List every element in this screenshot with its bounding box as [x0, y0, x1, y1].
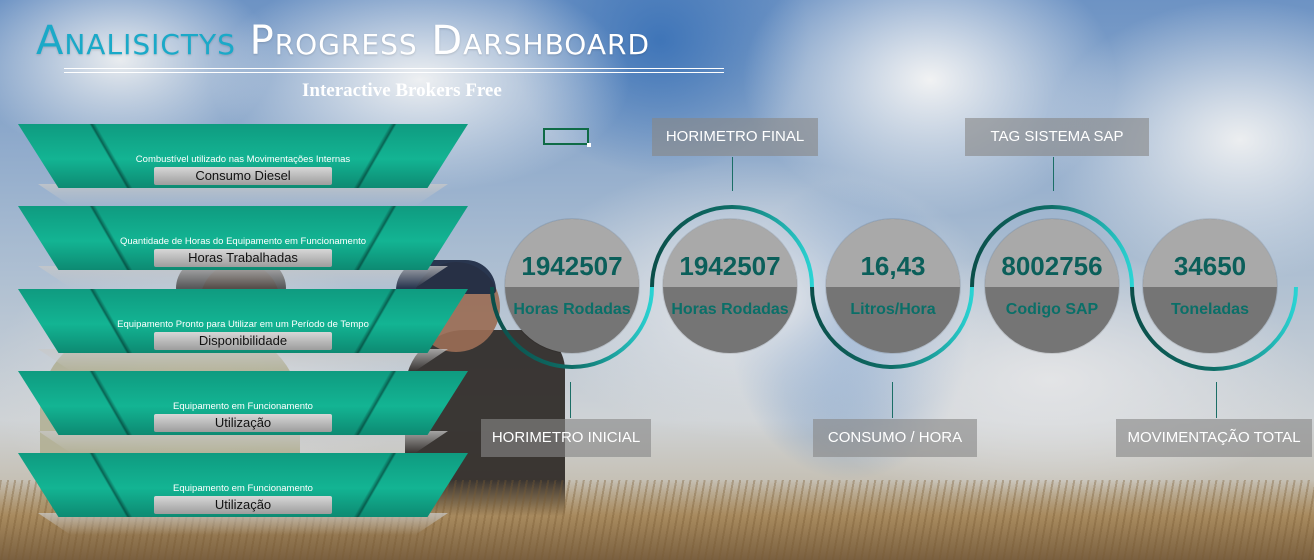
card-label[interactable]: Utilização: [154, 414, 332, 432]
kpi-unit: Litros/Hora: [850, 301, 936, 318]
kpi-movimentacao-total[interactable]: 34650 Toneladas: [1143, 219, 1277, 353]
card-label[interactable]: Consumo Diesel: [154, 167, 332, 185]
card-utilizacao-1[interactable]: Equipamento em Funcionamento Utilização: [18, 371, 468, 453]
kpi-disc: [985, 219, 1119, 353]
card-description: Equipamento em Funcionamento: [173, 483, 313, 494]
callout-consumo-hora: CONSUMO / HORA: [813, 419, 977, 457]
connector-line: [1216, 382, 1217, 418]
kpi-tag-sap[interactable]: 8002756 Codigo SAP: [985, 219, 1119, 353]
card-disponibilidade[interactable]: Equipamento Pronto para Utilizar em um P…: [18, 289, 468, 371]
connector-line: [570, 382, 571, 418]
kpi-value: 8002756: [1001, 251, 1103, 281]
kpi-horimetro-inicial[interactable]: 1942507 Horas Rodadas: [505, 219, 639, 353]
card-description: Quantidade de Horas do Equipamento em Fu…: [119, 236, 367, 247]
callout-horimetro-final: HORIMETRO FINAL: [652, 118, 818, 156]
callout-horimetro-inicial: HORIMETRO INICIAL: [481, 419, 651, 457]
page-title: Analisictys Progress Darshboard: [36, 18, 650, 64]
connector-line: [1053, 157, 1054, 191]
card-label[interactable]: Utilização: [154, 496, 332, 514]
card-label[interactable]: Disponibilidade: [154, 332, 332, 350]
kpi-unit: Horas Rodadas: [671, 301, 789, 318]
kpi-disc: [505, 219, 639, 353]
title-accent: Analisictys: [36, 18, 236, 64]
kpi-unit: Horas Rodadas: [513, 301, 631, 318]
title-divider: [64, 68, 724, 73]
selection-handle[interactable]: [543, 128, 591, 147]
kpi-disc: [1143, 219, 1277, 353]
kpi-disc: [826, 219, 960, 353]
card-description: Equipamento em Funcionamento: [173, 401, 313, 412]
callout-tag-sap: TAG SISTEMA SAP: [965, 118, 1149, 156]
kpi-unit: Codigo SAP: [1005, 301, 1099, 318]
card-description: Combustível utilizado nas Movimentações …: [135, 154, 351, 165]
kpi-value: 16,43: [860, 251, 926, 281]
title-main: Progress Darshboard: [249, 18, 651, 64]
card-utilizacao-2[interactable]: Equipamento em Funcionamento Utilização: [18, 453, 468, 535]
kpi-consumo-hora[interactable]: 16,43 Litros/Hora: [826, 219, 960, 353]
kpi-unit: Toneladas: [1171, 301, 1249, 318]
connector-line: [892, 382, 893, 418]
card-label[interactable]: Horas Trabalhadas: [154, 249, 332, 267]
card-description: Equipamento Pronto para Utilizar em um P…: [117, 319, 369, 330]
connector-line: [732, 157, 733, 191]
callout-movimentacao-total: MOVIMENTAÇÃO TOTAL: [1116, 419, 1312, 457]
page-subtitle: Interactive Brokers Free: [302, 80, 502, 101]
kpi-value: 1942507: [521, 251, 623, 281]
kpi-horimetro-final[interactable]: 1942507 Horas Rodadas: [663, 219, 797, 353]
kpi-value: 34650: [1173, 251, 1247, 281]
kpi-value: 1942507: [679, 251, 781, 281]
kpi-disc: [663, 219, 797, 353]
card-horas-trabalhadas[interactable]: Quantidade de Horas do Equipamento em Fu…: [18, 206, 468, 288]
card-consumo-diesel[interactable]: Combustível utilizado nas Movimentações …: [18, 124, 468, 206]
